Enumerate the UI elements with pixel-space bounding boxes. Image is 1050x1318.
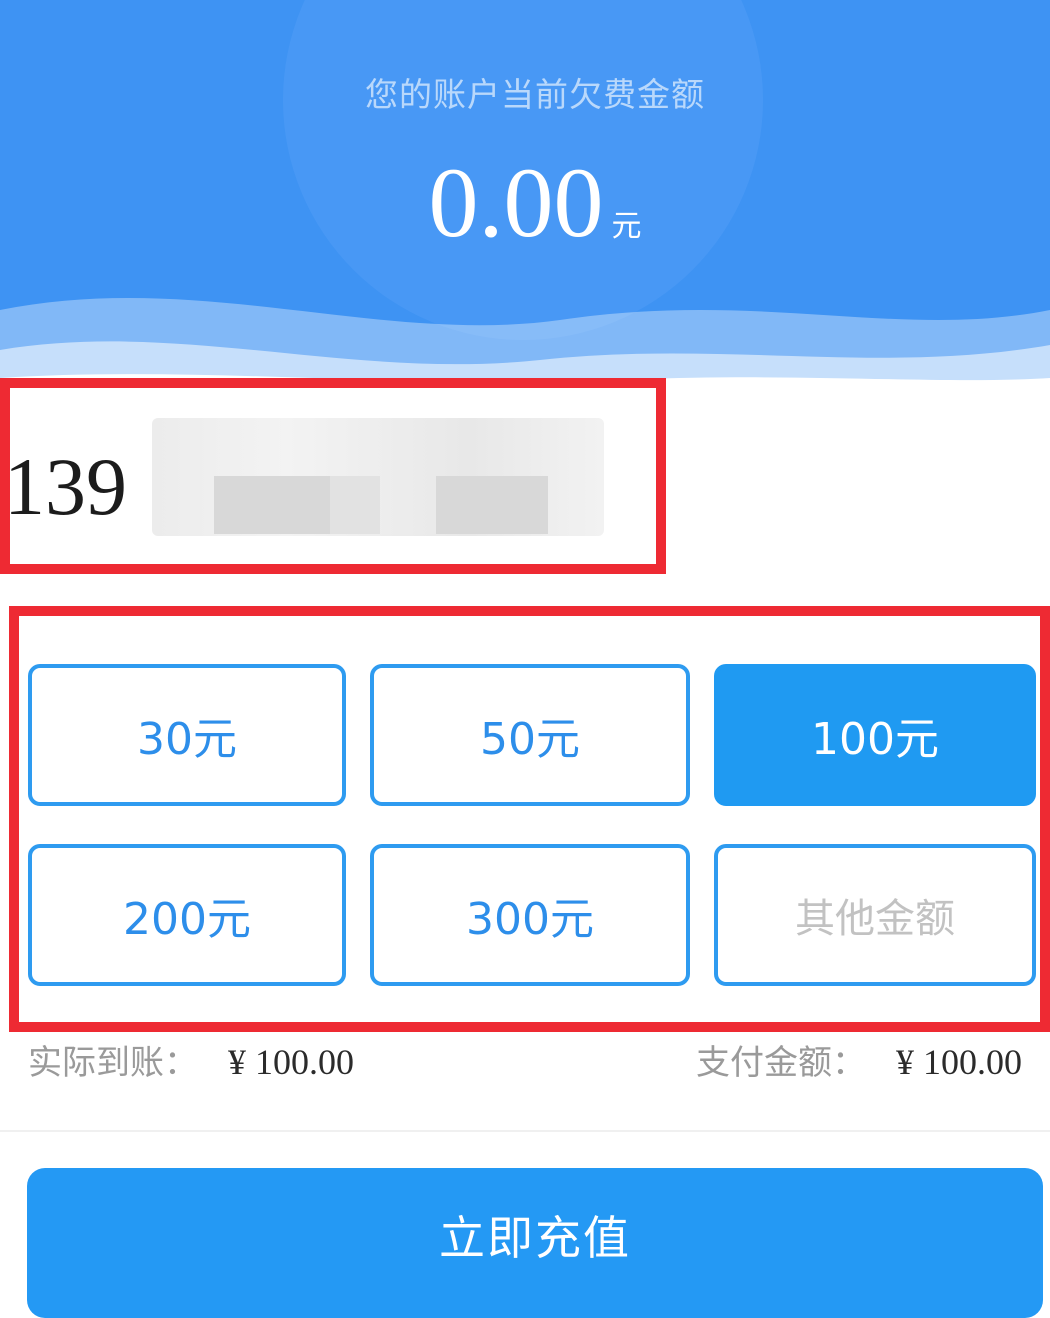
arrears-amount: 0.00 元 — [0, 148, 1050, 258]
arrears-amount-unit: 元 — [611, 209, 642, 244]
received-amount-row: 实际到账： ¥ 100.00 — [28, 1032, 354, 1092]
divider — [0, 1130, 1050, 1132]
received-value: ¥ 100.00 — [228, 1042, 354, 1082]
pay-amount-row: 支付金额： ¥ 100.00 — [696, 1032, 1022, 1092]
arrears-label: 您的账户当前欠费金额 — [365, 75, 705, 114]
pay-value: ¥ 100.00 — [896, 1042, 1022, 1082]
highlight-box-phone — [0, 378, 666, 574]
arrears-amount-value: 0.00 — [428, 147, 604, 258]
highlight-box-amounts — [9, 606, 1050, 1032]
received-label: 实际到账： — [28, 1043, 198, 1083]
header-banner: 您的账户当前欠费金额 0.00 元 — [0, 0, 1050, 400]
pay-label: 支付金额： — [696, 1043, 866, 1083]
